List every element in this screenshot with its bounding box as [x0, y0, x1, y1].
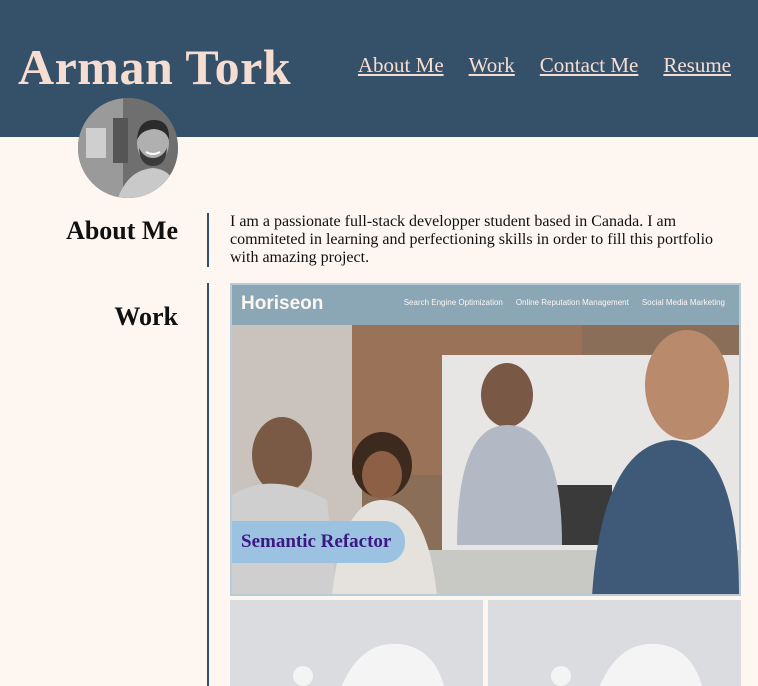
- nav-resume-link[interactable]: Resume: [663, 52, 731, 78]
- nav-work-link[interactable]: Work: [469, 52, 515, 78]
- featured-project-card[interactable]: Horiseon Search Engine Optimization Onli…: [230, 283, 741, 596]
- nav-about-me-link[interactable]: About Me: [358, 52, 444, 78]
- work-divider: [207, 283, 209, 686]
- project-thumbnail[interactable]: [488, 600, 741, 686]
- avatar: [78, 98, 178, 198]
- work-heading: Work: [114, 302, 178, 331]
- nav-contact-me-link[interactable]: Contact Me: [540, 52, 639, 78]
- main-nav: About Me Work Contact Me Resume: [358, 52, 731, 78]
- placeholder-image-icon: [230, 600, 483, 686]
- project-preview-link: Search Engine Optimization: [403, 298, 503, 307]
- placeholder-image-icon: [488, 600, 741, 686]
- project-label: Semantic Refactor: [232, 521, 406, 563]
- project-thumbnail[interactable]: [230, 600, 483, 686]
- project-preview-link: Online Reputation Management: [515, 298, 629, 307]
- project-preview-brand: Horiseon: [241, 293, 324, 314]
- project-preview-link: Social Media Marketing: [641, 298, 725, 307]
- project-preview-navbar: Horiseon Search Engine Optimization Onli…: [232, 285, 739, 325]
- avatar-photo-icon: [78, 98, 178, 198]
- project-preview-links: Search Engine Optimization Online Reputa…: [404, 298, 725, 307]
- about-divider: [207, 213, 209, 267]
- site-title: Arman Tork: [18, 39, 292, 95]
- about-heading: About Me: [66, 216, 178, 245]
- about-text: I am a passionate full-stack developper …: [230, 213, 714, 266]
